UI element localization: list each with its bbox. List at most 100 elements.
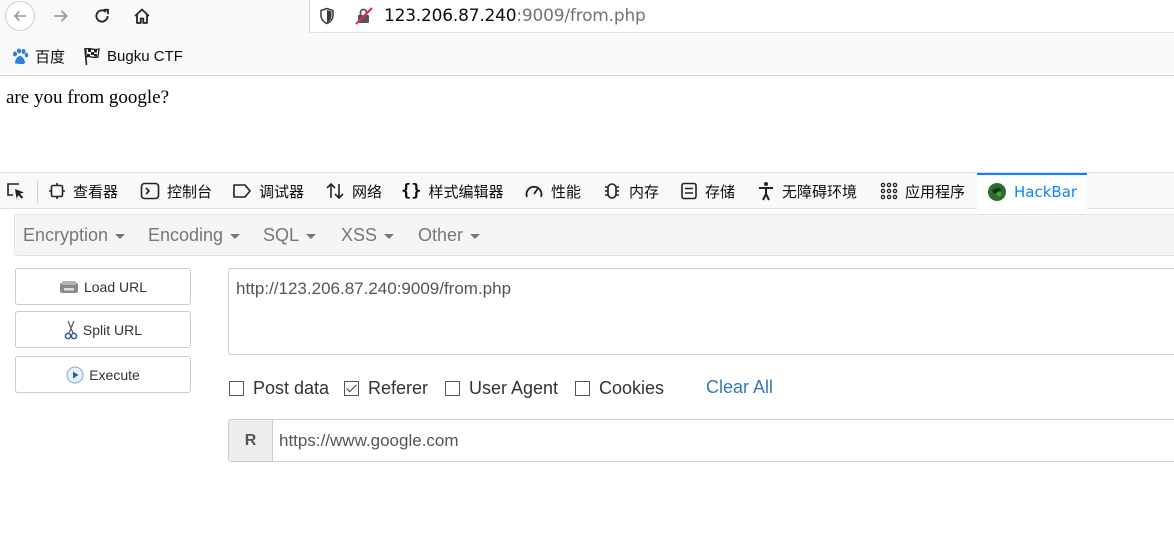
application-icon [880, 182, 898, 200]
option-label: User Agent [469, 377, 559, 398]
storage-icon [681, 182, 697, 200]
referer-checkbox[interactable] [344, 380, 359, 396]
tab-label: HackBar [1014, 183, 1078, 201]
caret-down-icon [306, 234, 317, 239]
menu-label: XSS [341, 225, 378, 245]
bookmark-label: 百度 [35, 49, 66, 66]
tab-memory[interactable]: 内存 [602, 173, 659, 209]
tab-hackbar[interactable]: HackBar [977, 173, 1088, 209]
back-button[interactable] [4, 1, 36, 31]
button-label: Execute [89, 366, 140, 383]
tab-label: 应用程序 [905, 182, 966, 201]
referer-input[interactable]: https://www.google.com [273, 420, 1174, 461]
clear-all-link[interactable]: Clear All [706, 377, 773, 398]
menu-label: Encryption [23, 225, 109, 245]
play-icon [66, 366, 84, 383]
console-icon [140, 182, 160, 200]
tab-inspector[interactable]: 查看器 [48, 173, 118, 209]
tab-application[interactable]: 应用程序 [880, 173, 965, 209]
paw-icon [13, 48, 29, 64]
url-path: :9009/from.php [516, 6, 646, 26]
reload-button[interactable] [86, 2, 118, 30]
shield-icon [320, 7, 334, 25]
hackbar-menu: Encryption Encoding SQL XSS Other [14, 214, 1174, 256]
split-url-button[interactable]: Split URL [15, 311, 191, 348]
forward-arrow-icon [54, 10, 68, 22]
cookies-checkbox[interactable] [575, 380, 590, 396]
bookmarks-toolbar: 百度 Bugku CTF [0, 34, 1174, 76]
tab-label: 无障碍环境 [782, 182, 858, 201]
hackbar-icon [988, 183, 1006, 201]
forward-button[interactable] [45, 2, 77, 30]
network-icon [326, 182, 344, 200]
page-body-text: are you from google? [6, 87, 170, 108]
button-label: Split URL [82, 321, 143, 338]
url-host: 123.206.87.240 [384, 6, 517, 26]
url-bar[interactable]: 123.206.87.240:9009/from.php [309, 0, 1174, 33]
tab-label: 样式编辑器 [428, 182, 504, 201]
tab-label: 调试器 [259, 182, 305, 201]
bookmark-label: Bugku CTF [107, 47, 183, 65]
tab-network[interactable]: 网络 [325, 173, 382, 209]
tab-accessibility[interactable]: 无障碍环境 [757, 173, 857, 209]
debugger-icon [233, 184, 251, 198]
tab-console[interactable]: 控制台 [140, 173, 212, 209]
toolbar-divider [37, 181, 38, 203]
option-label: Post data [253, 377, 330, 398]
inspector-icon [49, 183, 65, 199]
cookies-option[interactable]: Cookies [575, 377, 664, 399]
user-agent-checkbox[interactable] [445, 380, 460, 396]
tab-label: 性能 [551, 182, 582, 201]
home-icon [134, 8, 150, 24]
referer-input-group: R https://www.google.com [228, 419, 1174, 462]
execute-button[interactable]: Execute [15, 356, 191, 393]
post-data-option[interactable]: Post data [229, 377, 329, 399]
user-agent-option[interactable]: User Agent [445, 377, 558, 399]
option-label: Referer [368, 377, 429, 398]
tab-style-editor[interactable]: {} 样式编辑器 [401, 173, 504, 209]
back-arrow-icon [5, 1, 35, 31]
accessibility-icon [759, 182, 773, 201]
button-label: Load URL [83, 278, 148, 295]
post-data-checkbox[interactable] [229, 380, 244, 396]
home-button[interactable] [126, 2, 158, 30]
tab-label: 存储 [705, 182, 736, 201]
caret-down-icon [115, 234, 126, 239]
scissors-icon [64, 320, 78, 339]
caret-down-icon [230, 234, 241, 239]
insecure-connection-icon [355, 7, 373, 25]
bookmark-bugku-ctf[interactable]: Bugku CTF [82, 46, 183, 66]
menu-label: Encoding [148, 225, 224, 245]
menu-other[interactable]: Other [418, 225, 481, 246]
tab-label: 查看器 [73, 182, 119, 201]
tab-label: 内存 [629, 182, 660, 201]
navigation-bar: 123.206.87.240:9009/from.php [0, 0, 1174, 34]
menu-encoding[interactable]: Encoding [148, 225, 241, 246]
tab-debugger[interactable]: 调试器 [232, 173, 304, 209]
tab-label: 控制台 [167, 182, 213, 201]
devtools-toolbar: 查看器 控制台 调试器 网络 {} 样式编辑器 性能 内存 存储 无障碍环境 应… [0, 172, 1174, 209]
menu-encryption[interactable]: Encryption [23, 225, 126, 246]
tab-label: 网络 [352, 182, 383, 201]
performance-icon [525, 185, 543, 198]
load-url-icon [59, 280, 78, 293]
menu-xss[interactable]: XSS [341, 225, 395, 246]
load-url-button[interactable]: Load URL [15, 268, 191, 305]
menu-label: Other [418, 225, 464, 245]
url-text[interactable]: 123.206.87.240:9009/from.php [384, 5, 646, 27]
caret-down-icon [470, 234, 481, 239]
checkered-flag-icon [84, 47, 100, 66]
element-picker-icon[interactable] [5, 181, 27, 201]
menu-sql[interactable]: SQL [263, 225, 317, 246]
tab-performance[interactable]: 性能 [524, 173, 581, 209]
style-editor-icon: {} [401, 181, 422, 201]
hackbar-url-input[interactable]: http://123.206.87.240:9009/from.php [228, 268, 1174, 355]
referer-option[interactable]: Referer [344, 377, 428, 399]
referer-addon-label: R [229, 420, 273, 461]
tab-storage[interactable]: 存储 [680, 173, 735, 209]
reload-icon [95, 8, 109, 23]
bookmark-baidu[interactable]: 百度 [10, 46, 65, 67]
caret-down-icon [384, 234, 395, 239]
menu-label: SQL [263, 225, 300, 245]
option-label: Cookies [599, 377, 665, 398]
